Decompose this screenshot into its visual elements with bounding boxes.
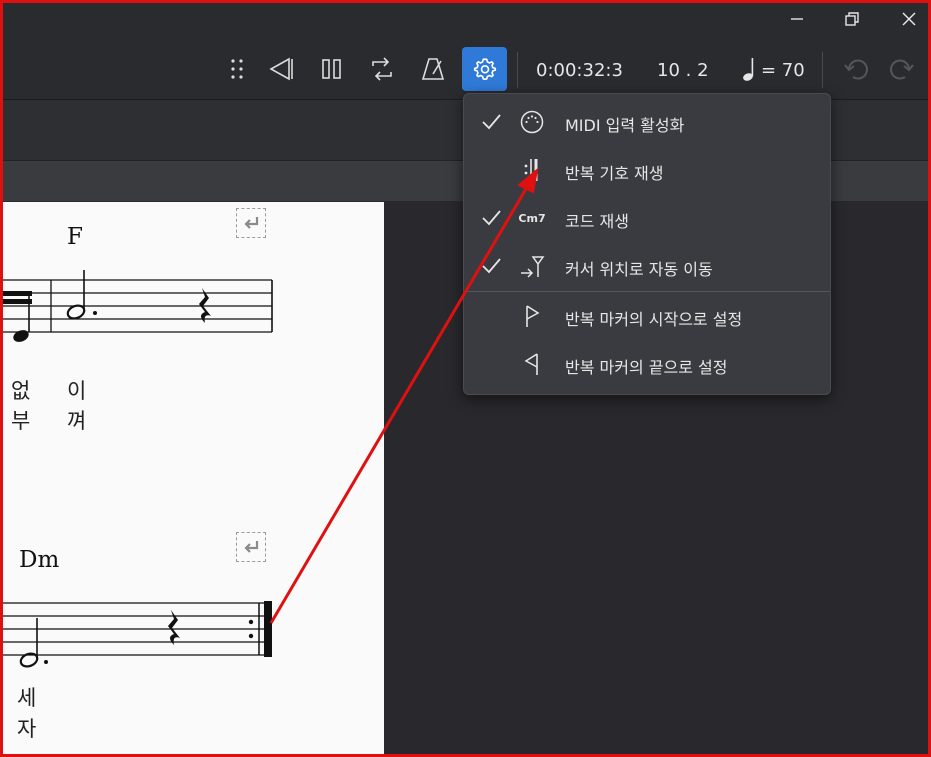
annotation-arrow: [269, 167, 539, 624]
app-window: 0:00:32:3 10 . 2 = 70 F 없 이 부 껴 Dm 세 자 M…: [0, 0, 931, 757]
